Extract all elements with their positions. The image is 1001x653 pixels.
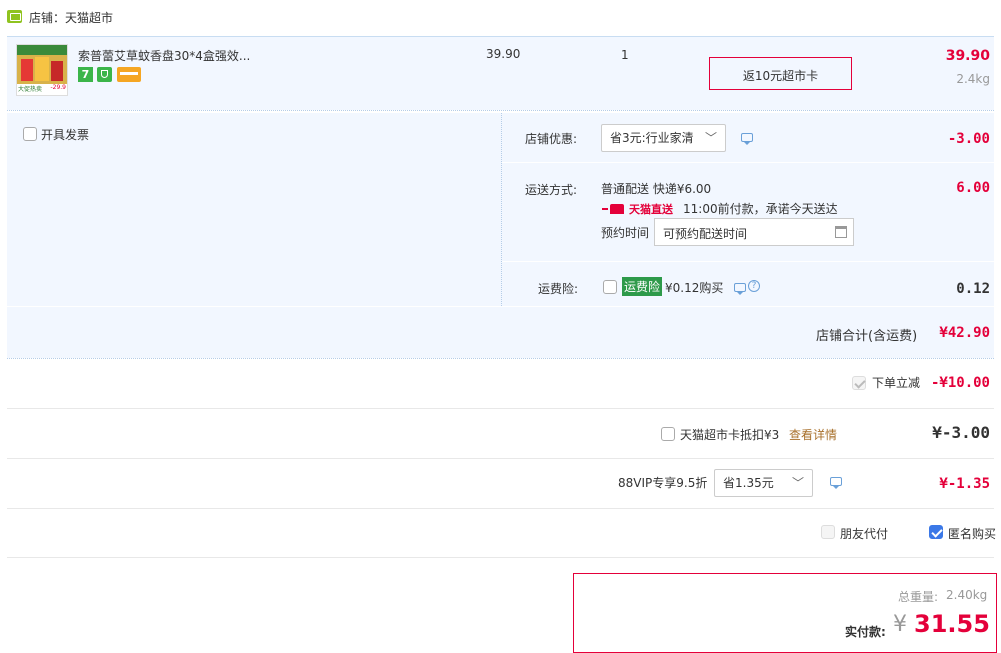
quantity: 1 xyxy=(621,48,629,62)
store-total-label: 店铺合计(含运费) xyxy=(816,329,918,344)
discount-message-icon[interactable] xyxy=(741,133,753,145)
insurance-tag: 运费险 xyxy=(622,277,663,296)
divider xyxy=(7,557,994,558)
help-question-icon[interactable]: ? xyxy=(748,280,760,292)
insurance-message-icon[interactable] xyxy=(734,283,746,295)
divider xyxy=(502,261,994,262)
pay-label: 实付款: xyxy=(845,625,886,639)
pay-amount: 31.55 xyxy=(914,610,990,638)
schedule-input[interactable]: 可预约配送时间 xyxy=(654,218,854,246)
chevron-down-icon: ﹀ xyxy=(791,476,804,490)
card-checkbox[interactable] xyxy=(661,427,675,441)
shop-header: 店铺：天猫超市 xyxy=(0,0,1001,34)
invoice-checkbox[interactable] xyxy=(23,127,37,141)
currency-symbol: ¥ xyxy=(893,612,907,637)
product-row: 大促热卖 -29.9 索普蕾艾草蚊香盘30*4盒强效... 7 39.90 1 … xyxy=(7,36,994,110)
unit-price: 39.90 xyxy=(486,47,521,61)
shipping-amount: 6.00 xyxy=(956,180,990,196)
vip-select[interactable]: 省1.35元 ﹀ xyxy=(714,469,813,497)
insurance-checkbox[interactable] xyxy=(603,280,617,294)
payment-summary-box: 总重量: 2.40kg 实付款: ¥ 31.55 xyxy=(573,573,997,653)
payment-card-icon xyxy=(117,67,141,82)
vip-amount: ¥-1.35 xyxy=(939,476,990,492)
insurance-label: 运费险: xyxy=(538,282,579,296)
total-weight-label: 总重量: xyxy=(898,590,939,604)
insurance-amount: 0.12 xyxy=(956,281,990,297)
vip-label: 88VIP专享9.5折 xyxy=(618,476,708,490)
shop-name[interactable]: 店铺：天猫超市 xyxy=(29,9,113,26)
tmall-direct-icon xyxy=(602,203,624,215)
chevron-down-icon: ﹀ xyxy=(704,131,717,145)
divider xyxy=(7,408,994,409)
product-thumbnail[interactable]: 大促热卖 -29.9 xyxy=(16,44,68,96)
invoice-label[interactable]: 开具发票 xyxy=(41,126,89,143)
friend-pay-checkbox xyxy=(821,525,835,539)
insurance-price: ¥0.12购买 xyxy=(665,281,724,295)
instant-discount-label: 下单立减 xyxy=(872,376,921,390)
instant-discount-amount: -¥10.00 xyxy=(930,375,990,391)
schedule-label: 预约时间 xyxy=(601,226,650,240)
total-weight: 2.40kg xyxy=(946,588,988,602)
divider xyxy=(7,306,994,307)
item-subtotal: 39.90 xyxy=(945,48,990,64)
vip-select-value: 省1.35元 xyxy=(723,476,774,490)
item-weight: 2.4kg xyxy=(956,72,990,86)
divider xyxy=(7,110,994,111)
friend-pay-label: 朋友代付 xyxy=(840,527,889,541)
discount-select[interactable]: 省3元:行业家清 ﹀ xyxy=(601,124,726,152)
schedule-placeholder: 可预约配送时间 xyxy=(663,227,748,241)
divider xyxy=(7,458,994,459)
product-title[interactable]: 索普蕾艾草蚊香盘30*4盒强效... xyxy=(78,47,250,64)
calendar-icon xyxy=(835,226,847,238)
discount-select-value: 省3元:行业家清 xyxy=(610,131,694,145)
tmall-direct-badge: 天猫直送 xyxy=(629,203,673,216)
shipping-method: 普通配送 快递¥6.00 xyxy=(601,182,712,196)
anonymous-label[interactable]: 匿名购买 xyxy=(948,525,996,542)
card-label[interactable]: 天猫超市卡抵扣¥3 xyxy=(680,426,779,443)
order-options-panel: 开具发票 店铺优惠: 省3元:行业家清 ﹀ -3.00 运送方式: 普通配送 快… xyxy=(7,113,994,358)
promo-text: 返10元超市卡 xyxy=(742,69,819,83)
card-details-link[interactable]: 查看详情 xyxy=(789,426,837,443)
discount-label: 店铺优惠: xyxy=(525,132,578,146)
shipping-label: 运送方式: xyxy=(525,183,578,197)
authentic-guarantee-icon xyxy=(97,67,112,82)
instant-discount-checkbox xyxy=(852,376,866,390)
delivery-promise: 11:00前付款，承诺今天送达 xyxy=(683,202,838,216)
vip-message-icon[interactable] xyxy=(830,477,842,489)
anonymous-checkbox[interactable] xyxy=(929,525,943,539)
store-total-amount: ¥42.90 xyxy=(939,325,990,341)
discount-amount: -3.00 xyxy=(947,131,990,147)
thumb-price-tag: -29.9 xyxy=(50,84,66,91)
column-divider xyxy=(501,113,502,306)
promo-box: 返10元超市卡 xyxy=(709,57,852,90)
thumb-label: 大促热卖 xyxy=(18,86,43,93)
seven-day-return-icon: 7 xyxy=(78,67,93,82)
divider xyxy=(7,508,994,509)
divider xyxy=(7,358,994,359)
shop-icon xyxy=(7,10,22,23)
divider xyxy=(502,162,994,163)
card-amount: ¥-3.00 xyxy=(932,423,990,442)
